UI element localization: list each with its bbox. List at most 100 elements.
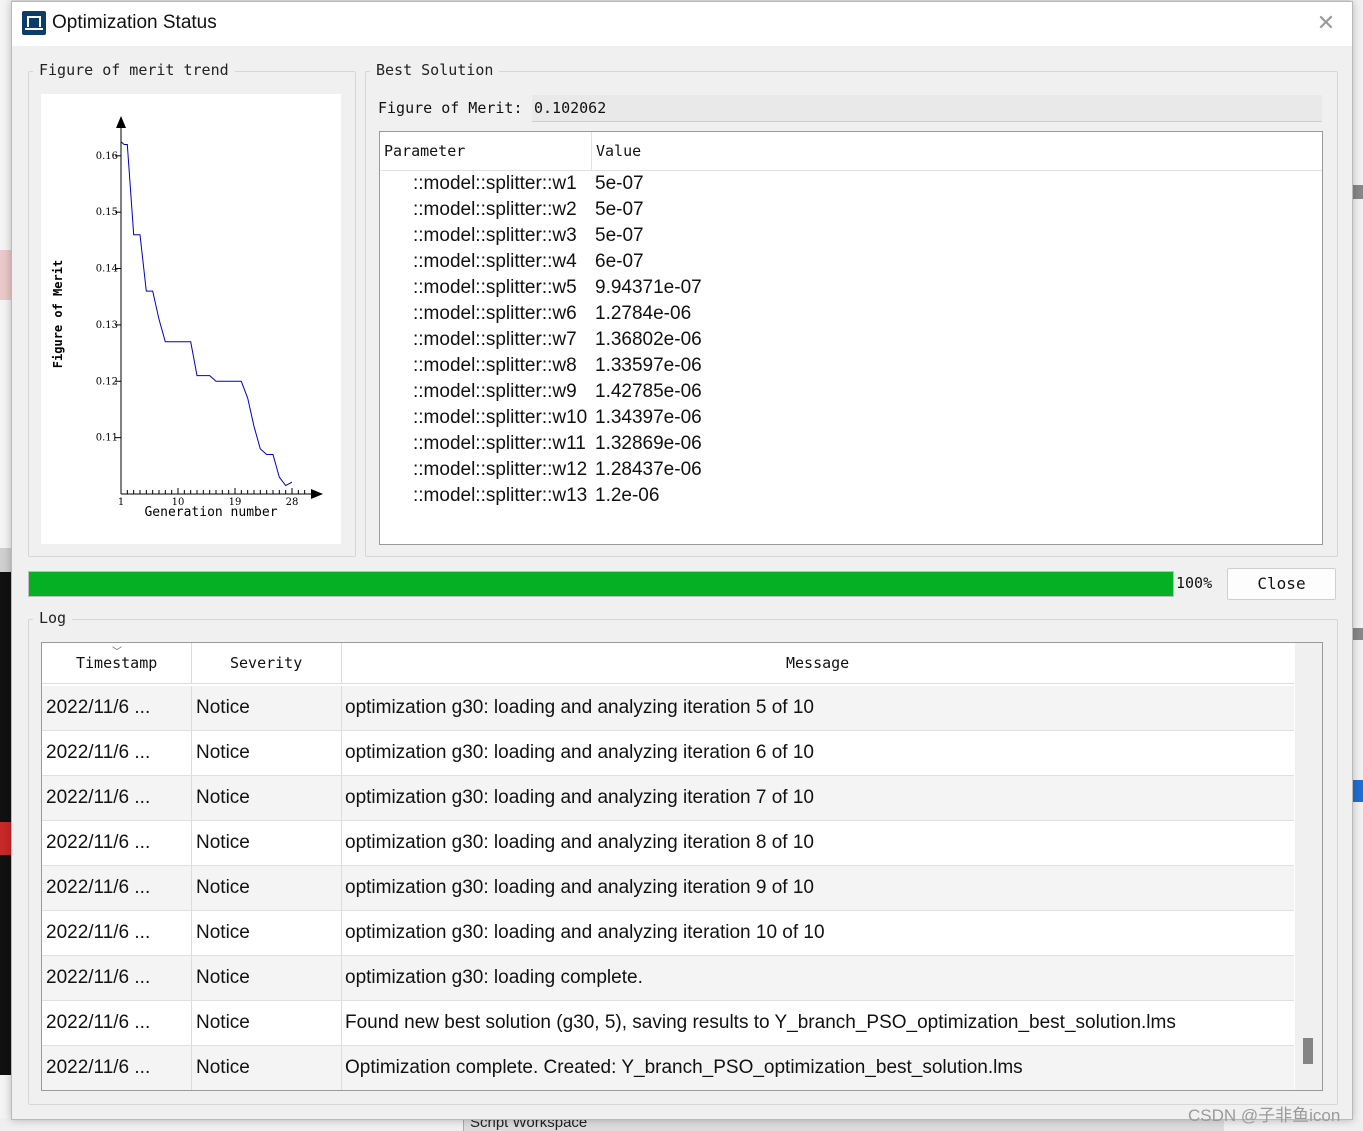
log-scroll-thumb[interactable] [1303,1038,1313,1064]
cell-separator [341,1046,342,1090]
parameter-row[interactable]: ::model::splitter::w10 1.34397e-06 [380,405,1322,431]
parameter-row[interactable]: ::model::splitter::w5 9.94371e-07 [380,275,1322,301]
parameter-row[interactable]: ::model::splitter::w7 1.36802e-06 [380,327,1322,353]
cell-separator [191,866,192,910]
log-timestamp: 2022/11/6 ... [46,967,151,988]
column-severity[interactable]: Severity [230,654,302,672]
parameter-table-header: Parameter Value [380,132,1322,171]
parameter-table[interactable]: Parameter Value ::model::splitter::w1 5e-… [379,131,1323,545]
parameter-name: ::model::splitter::w13 [413,485,588,506]
parameter-name: ::model::splitter::w7 [413,329,577,350]
parameter-value: 1.33597e-06 [595,355,702,376]
progress-percent: 100% [1176,574,1213,592]
parameter-row[interactable]: ::model::splitter::w4 6e-07 [380,249,1322,275]
parameter-value: 5e-07 [595,225,644,246]
fom-trend-line [120,141,293,487]
log-row[interactable]: 2022/11/6 ... Notice optimization g30: loa… [42,911,1294,956]
parameter-value: 1.36802e-06 [595,329,702,350]
column-value[interactable]: Value [596,142,641,160]
log-row[interactable]: 2022/11/6 ... Notice optimization g30: loa… [42,686,1294,731]
log-timestamp: 2022/11/6 ... [46,742,151,763]
parameter-name: ::model::splitter::w3 [413,225,577,246]
parameter-name: ::model::splitter::w6 [413,303,577,324]
log-timestamp: 2022/11/6 ... [46,1057,151,1078]
log-timestamp: 2022/11/6 ... [46,922,151,943]
parameter-row[interactable]: ::model::splitter::w6 1.2784e-06 [380,301,1322,327]
column-parameter[interactable]: Parameter [384,142,465,160]
trend-group-label: Figure of merit trend [33,61,235,79]
parameter-name: ::model::splitter::w8 [413,355,577,376]
cell-separator [191,731,192,775]
title-bar[interactable]: Optimization Status ✕ [12,2,1352,46]
log-message: optimization g30: loading complete. [345,967,643,988]
cell-separator [341,866,342,910]
y-tick-label: 0.13 [96,320,118,331]
cell-separator [341,1001,342,1045]
watermark: CSDN @子非鱼icon [1188,1106,1341,1125]
parameter-row[interactable]: ::model::splitter::w1 5e-07 [380,171,1322,197]
x-axis-arrow-icon [311,489,323,499]
log-message: optimization g30: loading and analyzing … [345,742,814,763]
log-message: Found new best solution (g30, 5), saving… [345,1012,1176,1033]
cell-separator [191,956,192,1000]
parameter-row[interactable]: ::model::splitter::w2 5e-07 [380,197,1322,223]
parameter-value: 1.34397e-06 [595,407,702,428]
log-table[interactable]: ﹀ Timestamp Severity Message 2022/11/6 .… [41,642,1323,1091]
log-severity: Notice [196,1057,250,1078]
x-tick-label: 28 [286,497,299,508]
parameter-value: 5e-07 [595,199,644,220]
log-row[interactable]: 2022/11/6 ... Notice Found new best soluti… [42,1001,1294,1046]
log-message: optimization g30: loading and analyzing … [345,787,814,808]
log-message: optimization g30: loading and analyzing … [345,922,825,943]
close-button[interactable]: Close [1227,568,1336,600]
parameter-row[interactable]: ::model::splitter::w13 1.2e-06 [380,483,1322,509]
parameter-name: ::model::splitter::w11 [413,433,586,454]
log-severity: Notice [196,742,250,763]
log-row[interactable]: 2022/11/6 ... Notice optimization g30: loa… [42,776,1294,821]
cell-separator [191,776,192,820]
progress-bar [28,571,1174,597]
parameter-row[interactable]: ::model::splitter::w8 1.33597e-06 [380,353,1322,379]
parameter-value: 1.2e-06 [595,485,660,506]
cell-separator [341,686,342,730]
column-separator [191,643,192,683]
parameter-row[interactable]: ::model::splitter::w3 5e-07 [380,223,1322,249]
log-scrollbar[interactable] [1295,643,1322,1090]
column-message[interactable]: Message [786,654,849,672]
cell-separator [341,776,342,820]
y-tick-label: 0.12 [96,376,118,387]
log-row[interactable]: 2022/11/6 ... Notice optimization g30: loa… [42,866,1294,911]
trend-chart: 1 10 19 28 0.11 0.12 0.13 0.14 0.15 0.16 Generatio… [41,94,341,544]
log-row[interactable]: 2022/11/6 ... Notice optimization g30: loa… [42,956,1294,1001]
log-severity: Notice [196,922,250,943]
optimization-status-dialog: Optimization Status ✕ Figure of merit tr… [11,1,1353,1120]
cell-separator [341,911,342,955]
parameter-value: 9.94371e-07 [595,277,702,298]
y-tick-label: 0.16 [96,151,118,162]
log-severity: Notice [196,877,250,898]
y-tick-label: 0.14 [96,264,118,275]
fom-value-field: 0.102062 [532,95,1322,122]
x-tick-label: 1 [118,497,124,508]
y-tick-label: 0.15 [96,207,118,218]
parameter-name: ::model::splitter::w4 [413,251,577,272]
log-row[interactable]: 2022/11/6 ... Notice optimization g30: loa… [42,731,1294,776]
trend-chart-svg: 1 10 19 280.110.120.130.140.150.16Generatio… [51,116,323,520]
cell-separator [341,731,342,775]
parameter-value: 1.2784e-06 [595,303,692,324]
column-timestamp[interactable]: Timestamp [76,654,157,672]
log-message: optimization g30: loading and analyzing … [345,877,814,898]
log-severity: Notice [196,832,250,853]
cell-separator [191,686,192,730]
parameter-row[interactable]: ::model::splitter::w11 1.32869e-06 [380,431,1322,457]
parameter-row[interactable]: ::model::splitter::w12 1.28437e-06 [380,457,1322,483]
parameter-value: 5e-07 [595,173,644,194]
log-row[interactable]: 2022/11/6 ... Notice Optimization complete… [42,1046,1294,1090]
cell-separator [191,1001,192,1045]
app-icon [22,11,46,35]
log-row[interactable]: 2022/11/6 ... Notice optimization g30: loa… [42,821,1294,866]
cell-separator [341,821,342,865]
parameter-row[interactable]: ::model::splitter::w9 1.42785e-06 [380,379,1322,405]
close-icon[interactable]: ✕ [1314,10,1338,38]
log-timestamp: 2022/11/6 ... [46,832,151,853]
